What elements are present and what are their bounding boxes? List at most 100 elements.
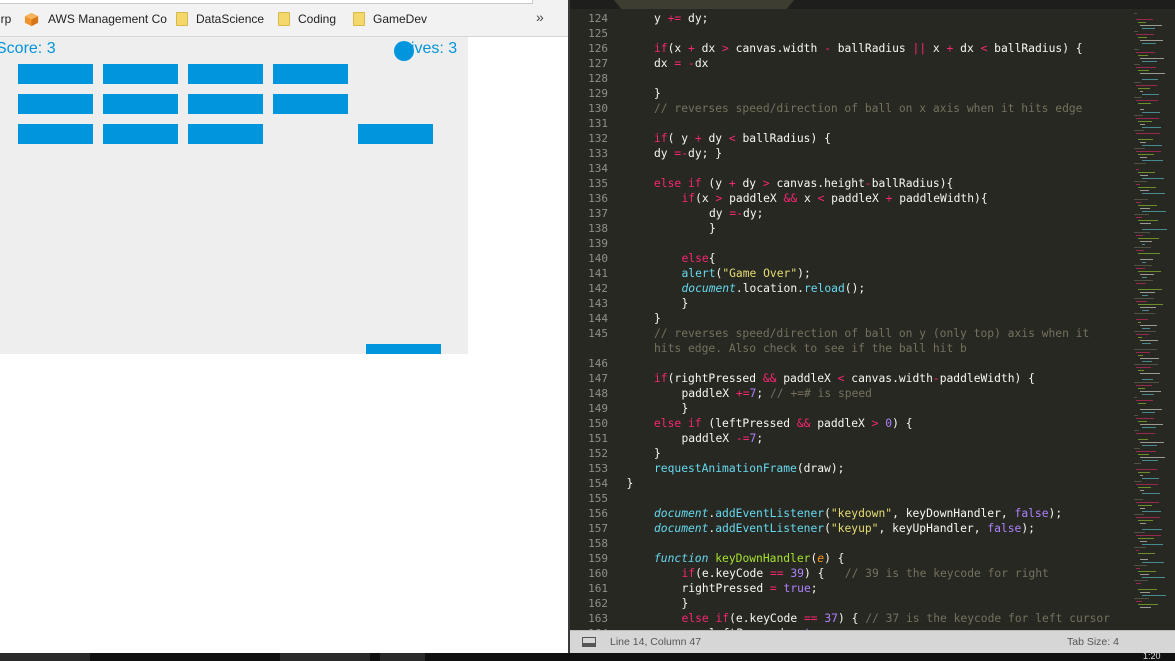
minimap-line — [1142, 112, 1160, 113]
aws-cube-icon — [24, 12, 39, 26]
bookmark-folder-coding[interactable]: Coding — [278, 11, 336, 27]
minimap-line — [1136, 217, 1142, 218]
minimap-line — [1140, 259, 1153, 260]
code-token: ; — [756, 432, 764, 445]
code-line: document.addEventListener("keyup", keyUp… — [654, 521, 1035, 536]
line-number: 142 — [588, 282, 608, 295]
code-token: - — [681, 147, 689, 160]
line-number: 135 — [588, 177, 608, 190]
code-token: ); — [1021, 522, 1035, 535]
code-line: else{ — [682, 251, 716, 266]
bookmarks-overflow-chevron-icon[interactable]: » — [536, 9, 544, 25]
minimap-line — [1142, 394, 1154, 395]
bookmark-folder-datascience[interactable]: DataScience — [176, 11, 264, 27]
taskbar-item[interactable] — [280, 653, 370, 661]
taskbar-item[interactable] — [380, 653, 425, 661]
code-token: -= — [735, 432, 750, 445]
code-token: dx — [953, 42, 981, 55]
minimap-line — [1138, 370, 1144, 371]
score-display: Score: 3 — [0, 40, 56, 57]
code-token: "keyup" — [830, 522, 879, 535]
minimap-line — [1136, 85, 1157, 86]
minimap-line — [1138, 487, 1151, 488]
code-token: (draw); — [796, 462, 845, 475]
taskbar-item[interactable] — [0, 653, 90, 661]
code-token: ballRadius) { — [735, 132, 831, 145]
minimap-line — [1138, 55, 1148, 56]
minimap-line — [1142, 445, 1157, 446]
code-token: // reverses speed/direction of ball on y… — [654, 327, 1090, 340]
editor-tab[interactable] — [614, 0, 794, 9]
minimap-line — [1134, 397, 1137, 398]
minimap-line — [1138, 22, 1146, 23]
minimap-line — [1134, 115, 1143, 116]
console-panel-icon[interactable] — [582, 637, 596, 647]
minimap-line — [1142, 79, 1158, 80]
line-number: 130 — [588, 102, 608, 115]
line-number: 136 — [588, 192, 608, 205]
line-number: 163 — [588, 612, 608, 625]
code-token: - — [736, 207, 744, 220]
bookmark-truncated[interactable]: irp — [0, 11, 11, 27]
minimap-line — [1134, 532, 1145, 533]
minimap-line — [1138, 271, 1161, 272]
minimap-line — [1136, 34, 1154, 35]
code-token: - — [932, 372, 940, 385]
bookmark-folder-gamedev[interactable]: GameDev — [353, 11, 427, 27]
code-token: dx — [694, 57, 709, 70]
minimap-line — [1138, 604, 1158, 605]
minimap[interactable] — [1132, 9, 1175, 630]
minimap-line — [1140, 73, 1165, 74]
code-token: + — [688, 42, 695, 55]
minimap-line — [1140, 523, 1146, 524]
code-token: canvas.height — [769, 177, 865, 190]
code-line: if(x + dx > canvas.width - ballRadius ||… — [654, 41, 1083, 56]
code-editor[interactable]: 124 125 126 127 128 129 130 131 132 133 134 135 136 1… — [570, 0, 1175, 630]
code-area[interactable]: y += dy; if(x + dx > canvas.width - ballR… — [626, 9, 1146, 630]
minimap-line — [1138, 589, 1157, 590]
minimap-line — [1134, 97, 1142, 98]
code-token: paddleX — [810, 417, 872, 430]
code-token: if — [654, 42, 668, 55]
brick — [103, 124, 178, 144]
code-token: x — [797, 192, 818, 205]
minimap-line — [1136, 202, 1141, 203]
code-token: ( — [824, 507, 831, 520]
minimap-line — [1142, 145, 1162, 146]
minimap-line — [1136, 100, 1158, 101]
minimap-line — [1142, 379, 1153, 380]
minimap-line — [1142, 412, 1155, 413]
minimap-line — [1138, 70, 1149, 71]
code-line: hits edge. Also check to see if the ball… — [654, 341, 967, 356]
minimap-line — [1134, 448, 1140, 449]
tab-size-selector[interactable]: Tab Size: 4 — [1067, 631, 1119, 654]
code-token: += — [735, 387, 750, 400]
code-token: (rightPressed — [667, 372, 763, 385]
bookmark-aws-management-console[interactable]: AWS Management Co — [24, 11, 167, 27]
code-line: if( y + dy < ballRadius) { — [654, 131, 831, 146]
code-token: paddleWidth) { — [939, 372, 1035, 385]
minimap-line — [1134, 514, 1144, 515]
line-number: 128 — [588, 72, 608, 85]
code-token: + — [728, 177, 736, 190]
line-number: 134 — [588, 162, 608, 175]
code-token: == — [803, 612, 818, 625]
minimap-line — [1142, 343, 1151, 344]
code-token: ) { — [892, 417, 913, 430]
minimap-line — [1138, 154, 1154, 155]
browser-window: irp AWS Management Co DataScience Coding… — [0, 0, 568, 653]
game-canvas[interactable]: Score: 3 Lives: 3 — [0, 37, 468, 354]
code-line: // reverses speed/direction of ball on y… — [654, 326, 1089, 341]
code-line: } — [709, 221, 716, 236]
minimap-line — [1138, 439, 1148, 440]
minimap-line — [1142, 28, 1155, 29]
code-token: paddleX — [681, 432, 736, 445]
minimap-line — [1138, 139, 1153, 140]
minimap-line — [1134, 64, 1140, 65]
minimap-line — [1142, 178, 1164, 179]
code-token: } — [709, 222, 716, 235]
code-token: == — [769, 567, 784, 580]
line-number: 132 — [588, 132, 608, 145]
code-token: hits edge. Also check to see if the ball… — [654, 342, 967, 355]
